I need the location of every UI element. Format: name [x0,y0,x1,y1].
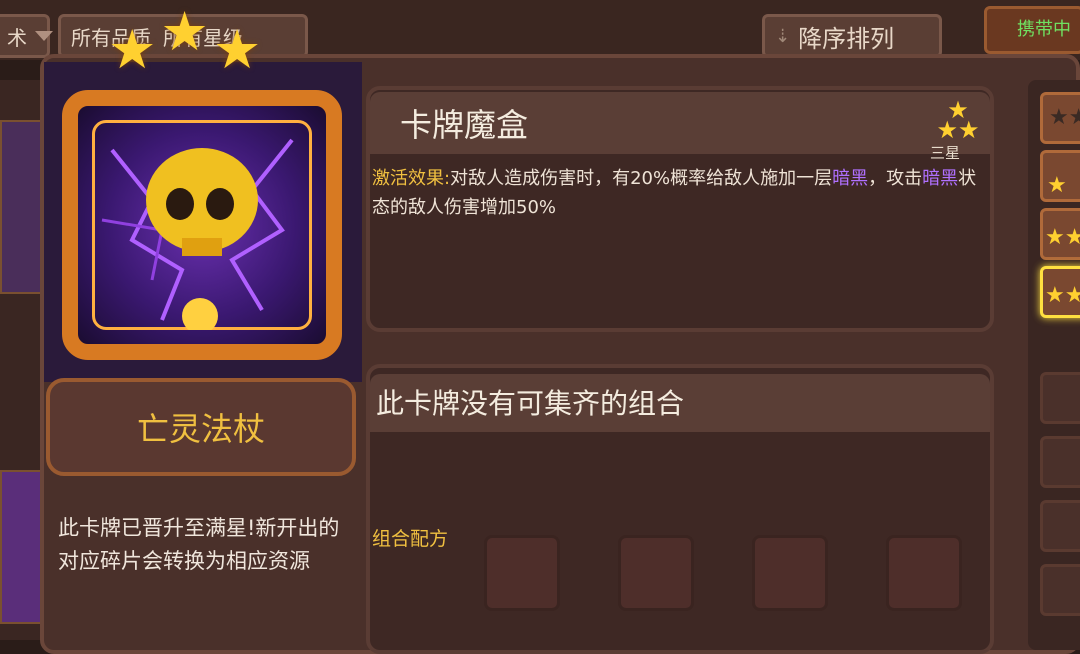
star-icon: ★ [212,18,266,81]
keyword-dark: 暗黑 [922,168,959,189]
filter-dropdown-type[interactable]: 术 [0,14,53,58]
card-name-plate: 亡灵法杖 [46,378,356,476]
card-art-skull-staff [101,138,294,330]
empty-slot [1040,500,1080,552]
star-level-4-slot[interactable]: ★★ [1040,266,1080,318]
orb-icon [182,298,218,330]
carry-tab-label: 携带中 [1017,19,1071,40]
sort-arrow-icon: ⇣ [775,25,791,47]
star-icon: ★ [108,18,161,81]
empty-slot [1040,564,1080,616]
skull-eye [206,188,234,220]
carry-tab[interactable]: 携带中 [984,6,1080,54]
info-star-badge: ★ ★★ [930,98,986,144]
effect-text: 对敌人造成伤害时，有20%概率给敌人施加一层 [450,168,833,189]
keyword-dark: 暗黑 [832,168,869,189]
recipe-slot[interactable] [618,535,694,611]
effect-label: 激活效果: [372,168,451,189]
skull-eye [166,188,194,220]
empty-slot [1040,436,1080,488]
skull-icon [146,148,258,252]
effect-text: ，攻击 [868,168,923,189]
card-thumbnail[interactable] [0,470,42,624]
effect-description: 激活效果:对敌人造成伤害时，有20%概率给敌人施加一层暗黑，攻击暗黑状态的敌人伤… [372,164,982,222]
filter-type-label: 术 [7,25,27,50]
star-level-2-slot[interactable]: ★ [1040,150,1080,202]
combo-title: 此卡牌没有可集齐的组合 [376,387,685,420]
card-info-title: 卡牌魔盒 [400,106,529,144]
star-level-3-slot[interactable]: ★★ [1040,208,1080,260]
card-thumbnail[interactable] [0,120,42,294]
star-icon: ★ [160,0,213,63]
recipe-slot[interactable] [886,535,962,611]
star-icon: ★★ [1049,105,1080,130]
recipe-label: 组合配方 [372,528,449,550]
skull-jaw [182,238,222,256]
empty-slot [1040,372,1080,424]
sort-button[interactable]: ⇣ 降序排列 [762,14,942,58]
star-icon: ★ [1047,173,1067,198]
star-level-1-slot[interactable]: ★★ [1040,92,1080,144]
lightning-icon [101,218,164,281]
star-icon: ★★ [936,116,980,144]
recipe-slot[interactable] [484,535,560,611]
recipe-slot[interactable] [752,535,828,611]
star-icon: ★★ [1045,283,1080,308]
sort-button-label: 降序排列 [798,24,895,53]
max-star-note: 此卡牌已晋升至满星!新开出的对应碎片会转换为相应资源 [58,516,340,573]
star-icon: ★★ [1045,225,1080,250]
card-stars: ★★★ [108,0,266,81]
card-name: 亡灵法杖 [136,410,265,448]
chevron-down-icon [35,31,53,41]
star-level-label: 三星 [930,144,961,162]
